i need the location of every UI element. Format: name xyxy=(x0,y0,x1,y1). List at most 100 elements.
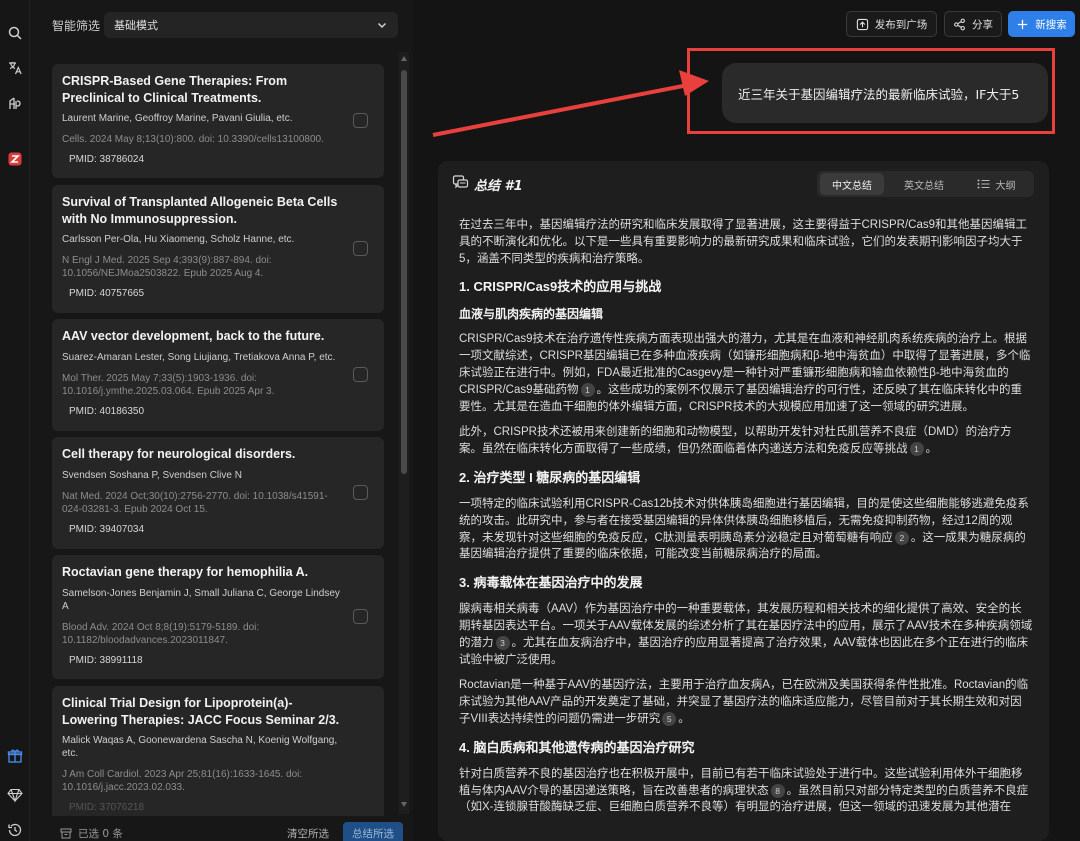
highlight-box xyxy=(687,48,1055,134)
plus-icon xyxy=(1018,19,1028,29)
translate-icon[interactable] xyxy=(5,58,25,78)
new-search-label: 新搜索 xyxy=(1035,18,1067,31)
citation-badge[interactable]: 1 xyxy=(580,382,595,397)
results-panel: 智能筛选 基础模式 CRISPR-Based Gene Therapies: F… xyxy=(30,0,413,841)
paragraph-text: 。 xyxy=(925,443,938,456)
article-journal: N Engl J Med. 2025 Sep 4;393(9):887-894.… xyxy=(62,255,272,279)
article-card[interactable]: Cell therapy for neurological disorders.… xyxy=(52,437,384,549)
summary-chat-icon xyxy=(452,175,469,189)
section-heading: 3. 病毒载体在基因治疗中的发展 xyxy=(459,575,643,591)
publish-label: 发布到广场 xyxy=(874,18,928,31)
article-checkbox[interactable] xyxy=(353,367,368,382)
citation-badge[interactable]: 1 xyxy=(909,442,924,457)
share-button[interactable]: 分享 xyxy=(944,11,1002,37)
article-title[interactable]: CRISPR-Based Gene Therapies: From Precli… xyxy=(62,73,344,106)
article-checkbox[interactable] xyxy=(353,241,368,256)
paragraph-text: Roctavian是一种基于AAV的基因疗法，主要用于治疗血友病A，已在欧洲及美… xyxy=(459,679,1029,725)
summary-paragraph: 一项特定的临床试验利用CRISPR-Cas12b技术对供体胰岛细胞进行基因编辑，… xyxy=(459,496,1033,563)
article-title[interactable]: AAV vector development, back to the futu… xyxy=(62,328,344,345)
tab-outline-label: 大纲 xyxy=(995,180,1016,192)
summary-paragraph: CRISPR/Cas9技术在治疗遗传性疾病方面表现出强大的潜力，尤其是在血液和神… xyxy=(459,331,1033,415)
annotation-arrow-icon xyxy=(432,70,709,137)
article-card[interactable]: Clinical Trial Design for Lipoprotein(a)… xyxy=(52,686,384,816)
article-authors: Laurent Marine, Geoffroy Marine, Pavani … xyxy=(62,113,293,124)
summary-card: 总结 #1 中文总结 英文总结 大纲 在过去三年中，基因编辑疗法的研究和临床发展… xyxy=(438,161,1049,841)
article-card[interactable]: AAV vector development, back to the futu… xyxy=(52,319,384,431)
summarize-selected-button[interactable]: 总结所选 xyxy=(343,822,403,841)
article-authors: Samelson-Jones Benjamin J, Small Juliana… xyxy=(62,587,340,612)
selected-count-text: 已选 0 条 xyxy=(78,828,123,840)
scroll-up-arrow-icon[interactable] xyxy=(401,56,407,61)
subsection-heading: 血液与肌肉疾病的基因编辑 xyxy=(459,307,604,322)
selection-bar: 已选 0 条 清空所选 总结所选 xyxy=(30,818,413,841)
article-card[interactable]: CRISPR-Based Gene Therapies: From Precli… xyxy=(52,64,384,178)
article-card[interactable]: Survival of Transplanted Allogeneic Beta… xyxy=(52,185,384,313)
article-journal: Blood Adv. 2024 Oct 8;8(19):5179-5189. d… xyxy=(62,621,260,646)
list-scrollbar[interactable] xyxy=(399,52,409,814)
section-heading: 2. 治疗类型 I 糖尿病的基因编辑 xyxy=(459,469,641,485)
citation-badge[interactable]: 5 xyxy=(662,711,677,726)
article-pmid: PMID: 40186350 xyxy=(69,405,145,417)
article-title[interactable]: Clinical Trial Design for Lipoprotein(a)… xyxy=(62,695,344,728)
new-search-button[interactable]: 新搜索 xyxy=(1008,11,1075,37)
article-pmid: PMID: 39407034 xyxy=(69,523,145,535)
upload-icon xyxy=(856,18,868,30)
section-heading: 1. CRISPR/Cas9技术的应用与挑战 xyxy=(459,279,662,295)
article-pmid: PMID: 40757665 xyxy=(69,288,145,299)
list-icon xyxy=(977,179,989,189)
summary-title: 总结 #1 xyxy=(474,179,523,194)
paragraph-text: 。尤其在血友病治疗中，基因治疗的应用显著提高了治疗效果，AAV载体也因此在多个正… xyxy=(459,636,1029,666)
article-title[interactable]: Roctavian gene therapy for hemophilia A. xyxy=(62,564,344,581)
tab-outline[interactable]: 大纲 xyxy=(963,173,1029,195)
scroll-down-arrow-icon[interactable] xyxy=(401,802,407,807)
share-icon xyxy=(954,18,965,30)
summary-paragraph: Roctavian是一种基于AAV的基因疗法，主要用于治疗血友病A，已在欧洲及美… xyxy=(459,677,1033,727)
article-list: CRISPR-Based Gene Therapies: From Precli… xyxy=(52,64,384,816)
article-journal: Cells. 2024 May 8;13(10):800. doi: 10.33… xyxy=(62,134,324,145)
article-authors: Suarez-Amaran Lester, Song Liujiang, Tre… xyxy=(62,351,336,363)
article-pmid: PMID: 38991118 xyxy=(69,654,143,666)
summary-tabs: 中文总结 英文总结 大纲 xyxy=(817,171,1034,197)
article-card[interactable]: Roctavian gene therapy for hemophilia A.… xyxy=(52,555,384,679)
article-authors: Malick Waqas A, Goonewardena Sascha N, K… xyxy=(62,735,338,759)
section-heading: 4. 脑白质病和其他遗传病的基因治疗研究 xyxy=(459,739,695,755)
clear-selection-button[interactable]: 清空所选 xyxy=(278,823,338,841)
diamond-icon[interactable] xyxy=(5,785,25,805)
app-window: 智能筛选 基础模式 CRISPR-Based Gene Therapies: F… xyxy=(0,0,1080,841)
gift-icon[interactable] xyxy=(5,746,25,766)
academic-icon[interactable] xyxy=(5,93,25,113)
article-pmid: PMID: 38786024 xyxy=(69,154,145,165)
filter-label: 智能筛选 xyxy=(52,18,101,33)
citation-badge[interactable]: 3 xyxy=(495,635,510,650)
selected-count: 已选 0 条 xyxy=(60,826,123,841)
article-title[interactable]: Cell therapy for neurological disorders. xyxy=(62,446,344,463)
article-journal: Nat Med. 2024 Oct;30(10):2756-2770. doi:… xyxy=(62,490,328,515)
tab-english-summary[interactable]: 英文总结 xyxy=(892,173,956,195)
zotero-icon[interactable] xyxy=(5,149,25,169)
summary-paragraph: 此外，CRISPR技术还被用来创建新的细胞和动物模型，以帮助开发针对杜氏肌营养不… xyxy=(459,424,1033,458)
icon-rail xyxy=(0,0,30,841)
article-pmid: PMID: 37076218 xyxy=(69,802,145,813)
article-checkbox[interactable] xyxy=(353,485,368,500)
filter-mode-select[interactable]: 基础模式 xyxy=(104,12,398,38)
article-title[interactable]: Survival of Transplanted Allogeneic Beta… xyxy=(62,194,344,227)
citation-badge[interactable]: 2 xyxy=(894,530,909,545)
scroll-thumb[interactable] xyxy=(401,70,407,474)
article-authors: Svendsen Soshana P, Svendsen Clive N xyxy=(62,469,242,481)
summary-body: 在过去三年中，基因编辑疗法的研究和临床发展取得了显著进展，这主要得益于CRISP… xyxy=(459,217,1033,825)
publish-button[interactable]: 发布到广场 xyxy=(846,11,937,37)
tab-chinese-summary[interactable]: 中文总结 xyxy=(820,173,884,195)
summary-paragraph: 针对白质营养不良的基因治疗也在积极开展中，目前已有若干临床试验处于进行中。这些试… xyxy=(459,766,1033,816)
article-journal: Mol Ther. 2025 May 7;33(5):1903-1936. do… xyxy=(62,372,275,397)
article-journal: J Am Coll Cardiol. 2023 Apr 25;81(16):16… xyxy=(62,769,303,793)
citation-badge[interactable]: 8 xyxy=(770,783,785,798)
article-checkbox[interactable] xyxy=(353,113,368,128)
paragraph-text: 。 xyxy=(678,712,690,725)
history-icon[interactable] xyxy=(5,820,25,840)
article-authors: Carlsson Per-Ola, Hu Xiaomeng, Scholz Ha… xyxy=(62,234,295,245)
article-checkbox[interactable] xyxy=(353,609,368,624)
search-icon[interactable] xyxy=(5,23,25,43)
chevron-down-icon xyxy=(377,22,387,29)
summary-paragraph: 腺病毒相关病毒（AAV）作为基因治疗中的一种重要载体，其发展历程和相关技术的细化… xyxy=(459,601,1033,668)
archive-icon xyxy=(60,828,72,839)
